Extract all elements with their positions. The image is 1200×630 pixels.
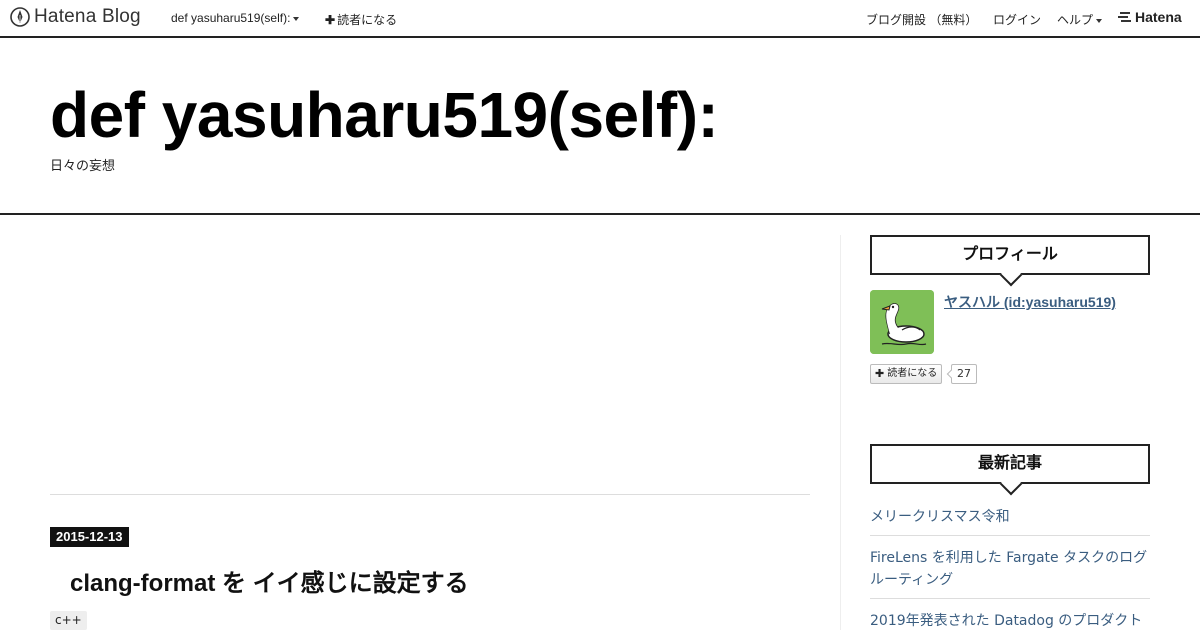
plus-icon: ✚ <box>325 13 336 27</box>
subscribe-button-label: 読者になる <box>887 368 938 379</box>
blog-menu-dropdown[interactable]: def yasuharu519(self): <box>171 11 300 25</box>
profile-module: プロフィール ヤスハル (id:yasuharu519) ✚ 読者になる 27 <box>870 235 1150 384</box>
global-header: Hatena Blog def yasuharu519(self): ✚ 読者にな… <box>0 0 1200 38</box>
recent-entries-title: 最新記事 <box>870 444 1150 484</box>
avatar[interactable] <box>870 290 934 354</box>
blog-title[interactable]: def yasuharu519(self): <box>50 78 719 152</box>
chevron-down-icon <box>293 16 300 21</box>
plus-icon: ✚ <box>875 367 885 380</box>
blog-description: 日々の妄想 <box>50 159 116 174</box>
open-blog-link[interactable]: ブログ開設 （無料） <box>866 11 977 28</box>
swan-icon <box>870 290 934 354</box>
help-label: ヘルプ <box>1057 13 1094 27</box>
blog-header: def yasuharu519(self): 日々の妄想 <box>0 38 1200 215</box>
hatena-text: Hatena <box>1135 9 1182 25</box>
logo-text: Hatena Blog <box>34 6 141 27</box>
login-link[interactable]: ログイン <box>993 11 1041 28</box>
recent-entries-module: 最新記事 メリークリスマス令和 FireLens を利用した Fargate タ… <box>870 444 1150 630</box>
main-content: 2015-12-13 clang-format を イイ感じに設定する c++ <box>50 215 810 630</box>
hatena-logo[interactable]: Hatena <box>1118 9 1182 25</box>
recent-entry-link[interactable]: 2019年発表された Datadog のプロダクト <box>870 608 1150 630</box>
entry-title[interactable]: clang-format を イイ感じに設定する <box>70 563 469 598</box>
entry-date[interactable]: 2015-12-13 <box>50 527 129 547</box>
hatena-blog-logo[interactable]: Hatena Blog <box>10 6 141 28</box>
category-tag[interactable]: c++ <box>50 611 87 630</box>
profile-name-link[interactable]: ヤスハル (id:yasuharu519) <box>944 292 1116 312</box>
ad-space <box>50 215 810 495</box>
blog-menu-label: def yasuharu519(self): <box>171 11 291 25</box>
recent-entries-list: メリークリスマス令和 FireLens を利用した Fargate タスクのログ… <box>870 504 1150 630</box>
recent-entry-link[interactable]: FireLens を利用した Fargate タスクのログルーティング <box>870 545 1150 599</box>
hatena-logo-icon <box>1118 12 1131 22</box>
subscribe-link[interactable]: ✚ 読者になる <box>325 11 397 28</box>
chevron-down-icon <box>1096 18 1103 23</box>
help-dropdown[interactable]: ヘルプ <box>1057 11 1103 28</box>
subscribe-button[interactable]: ✚ 読者になる <box>870 364 943 384</box>
subscribe-label: 読者になる <box>337 13 398 27</box>
column-divider <box>840 235 841 630</box>
hatena-blog-pen-icon <box>10 7 30 27</box>
recent-entry-link[interactable]: メリークリスマス令和 <box>870 504 1150 536</box>
sidebar: プロフィール ヤスハル (id:yasuharu519) ✚ 読者になる 27 … <box>870 235 1150 629</box>
subscriber-count: 27 <box>951 364 977 384</box>
profile-title: プロフィール <box>870 235 1150 275</box>
